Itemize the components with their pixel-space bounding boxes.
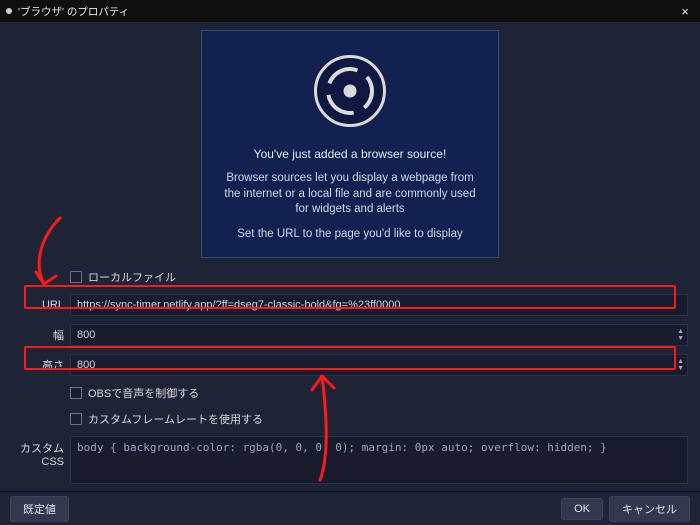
checkbox-icon [70, 387, 82, 399]
row-width: 幅 ▲▼ [12, 324, 688, 346]
chevron-up-icon: ▲ [677, 358, 684, 365]
row-local-file: ローカルファイル [12, 268, 688, 286]
intro-panel: You've just added a browser source! Brow… [201, 30, 499, 258]
defaults-button[interactable]: 既定値 [10, 496, 69, 522]
properties-dialog: 'ブラウザ' のプロパティ × You've just added a brow… [0, 0, 700, 525]
height-label: 高さ [12, 357, 70, 373]
chevron-down-icon: ▼ [677, 365, 684, 372]
local-file-label: ローカルファイル [88, 269, 176, 285]
width-stepper[interactable]: ▲▼ [677, 328, 684, 342]
chevron-up-icon: ▲ [677, 328, 684, 335]
intro-hint: Set the URL to the page you'd like to di… [237, 228, 463, 240]
control-audio-checkbox[interactable]: OBSで音声を制御する [70, 384, 688, 402]
height-stepper[interactable]: ▲▼ [677, 358, 684, 372]
width-label: 幅 [12, 327, 70, 343]
row-custom-fps: カスタムフレームレートを使用する [12, 410, 688, 428]
custom-fps-label: カスタムフレームレートを使用する [88, 411, 263, 427]
intro-heading: You've just added a browser source! [254, 147, 447, 161]
dialog-footer: 既定値 OK キャンセル [0, 491, 700, 525]
custom-fps-checkbox[interactable]: カスタムフレームレートを使用する [70, 410, 688, 428]
window-icon [6, 8, 12, 14]
row-control-audio: OBSで音声を制御する [12, 384, 688, 402]
close-icon[interactable]: × [676, 4, 694, 19]
width-input[interactable] [70, 324, 688, 346]
row-url: URL [12, 294, 688, 316]
dialog-body: You've just added a browser source! Brow… [0, 22, 700, 525]
custom-css-input[interactable] [70, 436, 688, 484]
height-input[interactable] [70, 354, 688, 376]
titlebar: 'ブラウザ' のプロパティ × [0, 0, 700, 22]
checkbox-icon [70, 271, 82, 283]
obs-logo-icon [314, 55, 386, 127]
ok-button[interactable]: OK [561, 498, 603, 520]
chevron-down-icon: ▼ [677, 335, 684, 342]
local-file-checkbox[interactable]: ローカルファイル [70, 268, 688, 286]
row-custom-css: カスタム CSS [12, 436, 688, 487]
control-audio-label: OBSで音声を制御する [88, 385, 199, 401]
cancel-button[interactable]: キャンセル [609, 496, 690, 522]
window-title: 'ブラウザ' のプロパティ [18, 4, 676, 19]
form: ローカルファイル URL 幅 ▲▼ 高さ ▲▼ [12, 268, 688, 487]
url-input[interactable] [70, 294, 688, 316]
checkbox-icon [70, 413, 82, 425]
custom-css-label: カスタム CSS [12, 436, 70, 468]
url-label: URL [12, 299, 70, 311]
row-height: 高さ ▲▼ [12, 354, 688, 376]
intro-description: Browser sources let you display a webpag… [220, 171, 480, 218]
